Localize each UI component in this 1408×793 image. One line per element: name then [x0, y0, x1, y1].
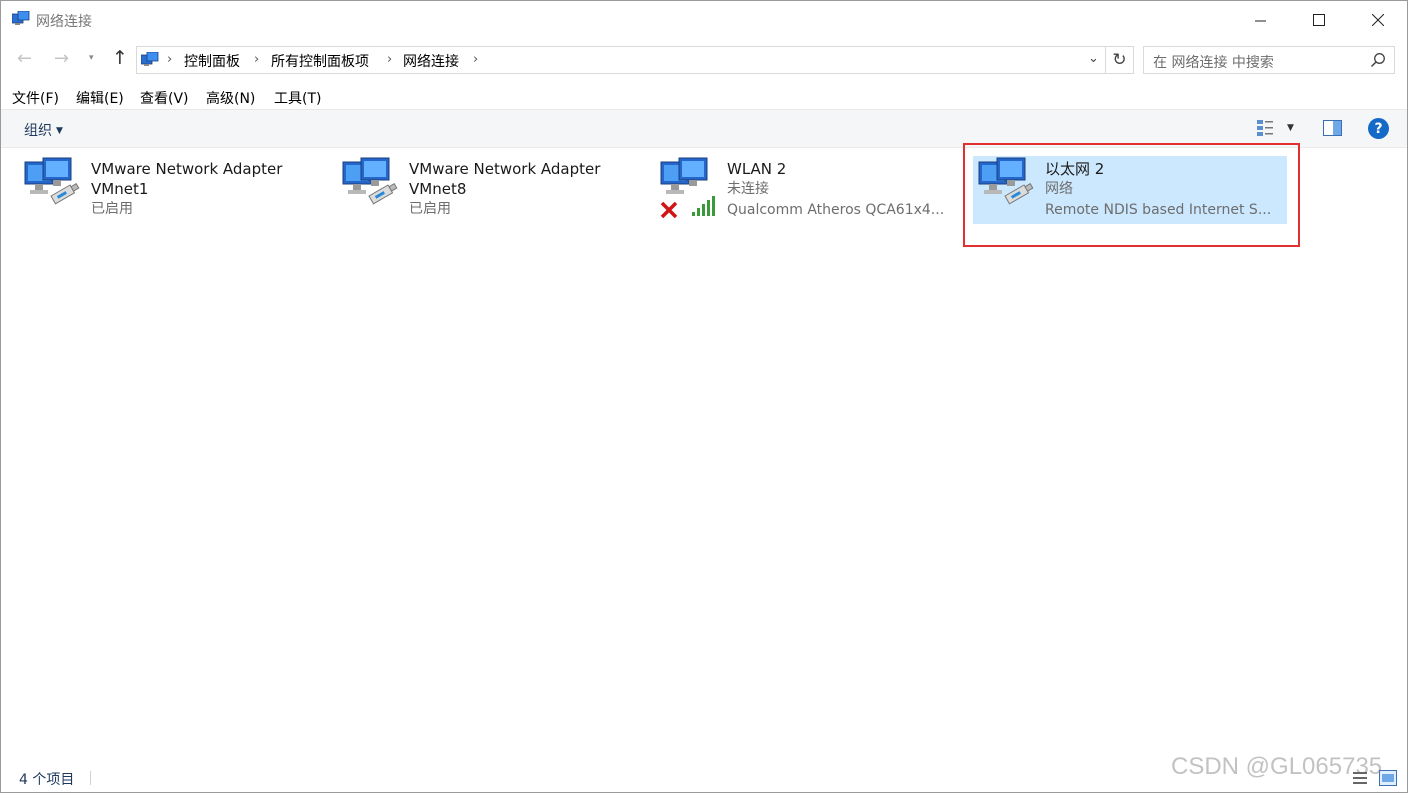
search-placeholder: 在 网络连接 中搜索 — [1153, 55, 1274, 71]
connection-name: VMware Network Adapter — [91, 160, 283, 178]
close-button[interactable] — [1349, 1, 1407, 39]
organize-button[interactable]: 组织 ▼ — [24, 120, 63, 140]
forward-arrow-icon[interactable]: → — [54, 48, 69, 69]
breadcrumb-all-control-panel-items[interactable]: 所有控制面板项 — [271, 51, 369, 71]
up-arrow-icon[interactable]: ↑ — [112, 47, 128, 69]
breadcrumb-chevron-icon[interactable]: › — [167, 52, 172, 67]
menu-bar: 文件(F) 编辑(E) 查看(V) 高级(N) 工具(T) — [1, 85, 1407, 107]
change-view-icon[interactable] — [1256, 119, 1274, 137]
minimize-icon — [1254, 20, 1266, 21]
search-input[interactable]: 在 网络连接 中搜索 — [1143, 46, 1395, 74]
connection-name-line2: VMnet8 — [409, 180, 467, 198]
connection-status: 未连接 — [727, 181, 769, 197]
breadcrumb-network-connections[interactable]: 网络连接 — [403, 51, 459, 71]
menu-tools[interactable]: 工具(T) — [274, 88, 321, 108]
connection-name: WLAN 2 — [727, 160, 787, 178]
connection-name-line2: VMnet1 — [91, 180, 149, 198]
minimize-button[interactable] — [1231, 1, 1289, 39]
signal-bars-icon — [692, 196, 715, 216]
network-connections-window: 网络连接 ← → ▾ ↑ › 控制面板 › 所有控制面板项 › 网络连接 › ⌄… — [0, 0, 1408, 793]
menu-edit[interactable]: 编辑(E) — [76, 88, 124, 108]
title-bar: 网络连接 — [1, 1, 1407, 39]
view-options-chevron-icon[interactable]: ▼ — [1287, 123, 1294, 133]
refresh-button[interactable]: ↻ — [1106, 46, 1134, 74]
large-icons-view-icon[interactable] — [1379, 770, 1397, 786]
connection-status: 已启用 — [91, 201, 133, 217]
recent-locations-chevron-icon[interactable]: ▾ — [89, 53, 94, 63]
chevron-down-icon: ▼ — [56, 126, 63, 136]
network-adapter-icon — [342, 157, 398, 205]
connection-status: 已启用 — [409, 201, 451, 217]
breadcrumb-chevron-icon[interactable]: › — [254, 52, 259, 67]
watermark: CSDN @GL065735 — [1171, 753, 1383, 780]
breadcrumb-control-panel[interactable]: 控制面板 — [184, 51, 240, 71]
maximize-icon — [1313, 14, 1325, 26]
preview-pane-icon[interactable] — [1323, 120, 1342, 136]
help-icon[interactable]: ? — [1368, 118, 1389, 139]
connection-name: VMware Network Adapter — [409, 160, 601, 178]
search-icon[interactable] — [1370, 52, 1386, 68]
wireless-adapter-icon — [660, 157, 715, 219]
menu-view[interactable]: 查看(V) — [140, 88, 189, 108]
status-divider — [90, 771, 91, 785]
connection-item-vmnet8[interactable]: VMware Network Adapter VMnet8 已启用 — [341, 156, 631, 224]
network-folder-icon — [141, 52, 159, 66]
back-arrow-icon[interactable]: ← — [17, 48, 32, 69]
breadcrumb-chevron-icon[interactable]: › — [473, 52, 478, 67]
menu-advanced[interactable]: 高级(N) — [206, 88, 255, 108]
details-view-icon[interactable] — [1353, 771, 1367, 785]
refresh-icon: ↻ — [1112, 50, 1127, 70]
network-adapter-icon — [24, 157, 80, 205]
address-dropdown-icon[interactable]: ⌄ — [1088, 51, 1099, 66]
connection-item-wlan2[interactable]: WLAN 2 未连接 Qualcomm Atheros QCA61x4... — [659, 156, 959, 224]
connection-device: Qualcomm Atheros QCA61x4... — [727, 202, 945, 218]
disconnected-x-icon — [660, 201, 678, 219]
window-title: 网络连接 — [36, 14, 92, 30]
address-bar[interactable]: › 控制面板 › 所有控制面板项 › 网络连接 › ⌄ — [136, 46, 1106, 74]
annotation-highlight-box — [963, 143, 1300, 247]
menu-file[interactable]: 文件(F) — [12, 88, 59, 108]
maximize-button[interactable] — [1290, 1, 1348, 39]
close-icon — [1372, 14, 1384, 26]
breadcrumb-chevron-icon[interactable]: › — [387, 52, 392, 67]
connection-item-vmnet1[interactable]: VMware Network Adapter VMnet1 已启用 — [23, 156, 313, 224]
item-count: 4 个项目 — [19, 772, 75, 788]
organize-label: 组织 — [24, 123, 52, 139]
network-folder-icon — [12, 11, 30, 25]
